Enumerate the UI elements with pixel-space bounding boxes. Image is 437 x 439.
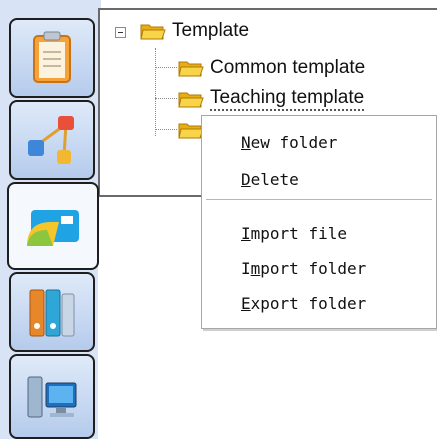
folder-open-icon <box>178 92 204 108</box>
accelerator-key: D <box>241 169 251 189</box>
clipboard-icon <box>33 31 71 83</box>
collapse-toggle[interactable] <box>115 27 126 38</box>
tree-node-label: Common template <box>210 57 366 78</box>
folder-open-icon <box>140 24 166 40</box>
tree-node-root[interactable]: Template <box>140 18 249 44</box>
menu-separator <box>206 199 432 201</box>
folder-card-icon <box>27 210 79 246</box>
computer-icon <box>27 376 77 417</box>
tab-binders[interactable] <box>9 272 95 352</box>
network-nodes-icon <box>28 116 74 164</box>
tree-node-teaching-template[interactable]: Teaching template <box>178 86 365 112</box>
folder-open-icon <box>178 61 204 77</box>
tree-node-label: Teaching template <box>210 87 365 111</box>
application-window: Template Common template Teaching templa… <box>0 0 437 439</box>
tree-node-common-template[interactable]: Common template <box>178 55 365 81</box>
tree-connector <box>155 129 177 130</box>
tree-connector <box>155 98 177 99</box>
menu-item-label: xport folder <box>250 293 367 313</box>
menu-item-import-file[interactable]: Import file <box>241 221 347 245</box>
accelerator-key: m <box>250 258 261 278</box>
accelerator-key: E <box>241 293 251 313</box>
binders-icon <box>29 289 75 337</box>
tab-clipboard[interactable] <box>9 18 95 98</box>
menu-item-import-folder[interactable]: Im port folder <box>241 256 366 280</box>
tab-computer[interactable] <box>9 354 95 439</box>
accelerator-key: I <box>241 223 251 243</box>
tab-network[interactable] <box>9 100 95 180</box>
vertical-tab-strip <box>0 0 101 439</box>
menu-item-label: ew folder <box>250 132 338 152</box>
menu-item-new-folder[interactable]: New folder <box>241 130 337 154</box>
menu-item-delete[interactable]: Delete <box>241 167 299 191</box>
tab-folder[interactable] <box>7 182 99 270</box>
tree-connector <box>155 48 156 136</box>
tree-connector <box>155 67 177 68</box>
menu-item-label: elete <box>250 169 299 189</box>
menu-item-export-folder[interactable]: Export folder <box>241 291 366 315</box>
menu-item-label: port folder <box>260 258 367 278</box>
accelerator-key: N <box>241 132 251 152</box>
menu-item-label-prefix: I <box>241 258 251 278</box>
context-menu: New folder Delete Import file Im port fol… <box>201 115 437 329</box>
tree-node-label: Template <box>172 20 250 41</box>
menu-item-label: mport file <box>250 223 347 243</box>
